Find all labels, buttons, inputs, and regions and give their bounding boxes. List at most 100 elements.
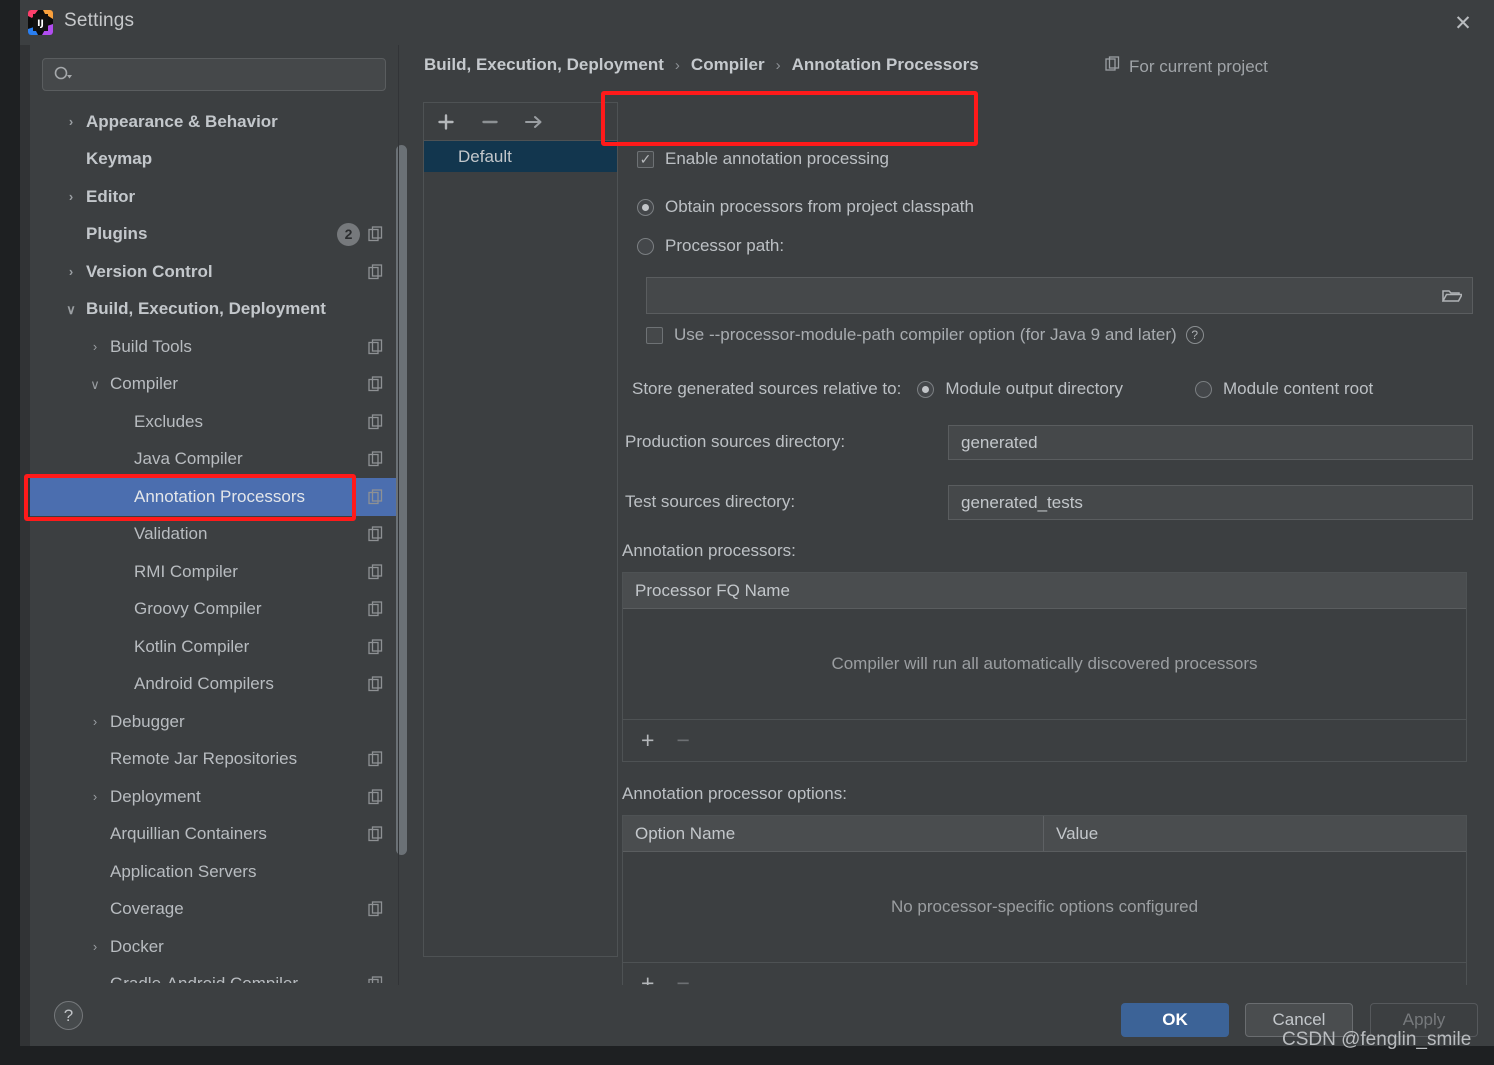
processors-column-fqname[interactable]: Processor FQ Name (623, 573, 1466, 608)
copy-settings-icon (368, 339, 384, 355)
sidebar-item-label: Annotation Processors (134, 486, 306, 506)
processor-path-label: Processor path: (665, 236, 785, 255)
profile-item-default[interactable]: Default (424, 141, 617, 172)
sidebar-item-groovy-compiler[interactable]: Groovy Compiler (30, 591, 398, 629)
chevron-right-icon[interactable]: › (88, 940, 102, 954)
move-profile-button[interactable] (523, 111, 545, 133)
sidebar-item-plugins[interactable]: Plugins 2 (30, 216, 398, 254)
test-sources-value: generated_tests (961, 492, 1083, 512)
add-profile-button[interactable] (435, 111, 457, 133)
chevron-down-icon[interactable]: ∨ (88, 377, 102, 391)
sidebar-item-arquillian-containers[interactable]: Arquillian Containers (30, 816, 398, 854)
enable-annotation-processing-label: Enable annotation processing (665, 149, 889, 168)
breadcrumb-part-0[interactable]: Build, Execution, Deployment (424, 55, 664, 75)
for-current-project-text: For current project (1129, 56, 1268, 76)
search-field-wrapper[interactable] (42, 58, 386, 91)
processor-path-row[interactable]: Processor path: (637, 236, 784, 256)
sidebar-item-build-execution-deployment[interactable]: ∨ Build, Execution, Deployment (30, 291, 398, 329)
use-module-path-row[interactable]: Use --processor-module-path compiler opt… (646, 325, 1204, 345)
close-icon[interactable]: ✕ (1446, 6, 1480, 40)
copy-settings-icon (368, 564, 384, 580)
sidebar-item-editor[interactable]: › Editor (30, 178, 398, 216)
sidebar-item-version-control[interactable]: › Version Control (30, 253, 398, 291)
options-column-value[interactable]: Value (1043, 816, 1466, 851)
sidebar-item-application-servers[interactable]: Application Servers (30, 853, 398, 891)
chevron-right-icon[interactable]: › (88, 790, 102, 804)
settings-tree[interactable]: › Appearance & Behavior Keymap › Editor Plugi… (30, 103, 398, 983)
sidebar-item-gradle-android-compiler[interactable]: Gradle-Android Compiler (30, 966, 398, 983)
ok-button[interactable]: OK (1121, 1003, 1229, 1037)
module-output-directory-radio[interactable] (917, 380, 935, 398)
test-sources-input[interactable]: generated_tests (948, 485, 1473, 520)
chevron-right-icon[interactable]: › (64, 115, 78, 129)
sidebar-item-keymap[interactable]: Keymap (30, 141, 398, 179)
obtain-from-classpath-row[interactable]: Obtain processors from project classpath (637, 197, 974, 217)
remove-profile-button[interactable] (479, 111, 501, 133)
sidebar-item-java-compiler[interactable]: Java Compiler (30, 441, 398, 479)
sidebar-item-kotlin-compiler[interactable]: Kotlin Compiler (30, 628, 398, 666)
sidebar-item-debugger[interactable]: › Debugger (30, 703, 398, 741)
chevron-right-icon[interactable]: › (88, 715, 102, 729)
options-table-header: Option Name Value (623, 816, 1466, 852)
production-sources-row: Production sources directory: (625, 432, 845, 452)
help-icon[interactable]: ? (1185, 326, 1204, 344)
sidebar-item-label: Android Compilers (134, 674, 274, 694)
enable-annotation-processing-row[interactable]: ✓ Enable annotation processing (637, 149, 889, 169)
production-sources-input[interactable]: generated (948, 425, 1473, 460)
chevron-down-icon[interactable]: ∨ (64, 302, 78, 316)
sidebar-item-remote-jar-repositories[interactable]: Remote Jar Repositories (30, 741, 398, 779)
sidebar-item-annotation-processors[interactable]: Annotation Processors (30, 478, 398, 516)
options-column-name[interactable]: Option Name (623, 816, 1043, 851)
copy-settings-icon (368, 639, 384, 655)
copy-settings-icon (368, 451, 384, 467)
sidebar-item-compiler[interactable]: ∨ Compiler (30, 366, 398, 404)
settings-window: IJ Settings ✕ › Appearance & Behavior Keym… (20, 0, 1494, 1046)
add-processor-button[interactable]: + (641, 729, 654, 752)
sidebar-item-label: Build Tools (110, 336, 192, 356)
sidebar-item-appearance-behavior[interactable]: › Appearance & Behavior (30, 103, 398, 141)
sidebar-item-label: Gradle-Android Compiler (110, 974, 298, 983)
options-table: Option Name Value No processor-specific … (622, 815, 1467, 1005)
dialog-footer: ? OK Cancel Apply (30, 985, 1494, 1046)
title-bar: IJ Settings ✕ (20, 0, 1494, 45)
breadcrumb-part-1[interactable]: Compiler (691, 55, 765, 75)
chevron-right-icon[interactable]: › (64, 265, 78, 279)
sidebar-item-deployment[interactable]: › Deployment (30, 778, 398, 816)
sidebar-item-coverage[interactable]: Coverage (30, 891, 398, 929)
processor-path-input[interactable] (646, 277, 1473, 314)
obtain-from-classpath-radio[interactable] (637, 198, 654, 216)
processor-path-radio[interactable] (637, 237, 654, 255)
sidebar-item-label: Build, Execution, Deployment (86, 299, 326, 319)
chevron-right-icon[interactable]: › (88, 340, 102, 354)
intellij-idea-logo-icon: IJ (28, 10, 53, 35)
sidebar-item-android-compilers[interactable]: Android Compilers (30, 666, 398, 704)
processors-table-footer: + − (623, 719, 1466, 761)
copy-settings-icon (368, 489, 384, 505)
sidebar-item-excludes[interactable]: Excludes (30, 403, 398, 441)
enable-annotation-processing-checkbox[interactable]: ✓ (637, 150, 654, 168)
settings-content: Build, Execution, Deployment › Compiler … (399, 45, 1494, 1005)
chevron-right-icon[interactable]: › (64, 190, 78, 204)
sidebar-item-build-tools[interactable]: › Build Tools (30, 328, 398, 366)
browse-folder-icon[interactable] (1441, 287, 1464, 305)
use-module-path-checkbox[interactable] (646, 326, 663, 344)
module-content-root-radio[interactable] (1194, 380, 1212, 398)
search-icon (53, 65, 73, 85)
sidebar-item-validation[interactable]: Validation (30, 516, 398, 554)
sidebar-item-label: RMI Compiler (134, 561, 238, 581)
sidebar-item-label: Version Control (86, 261, 213, 281)
help-button[interactable]: ? (54, 1001, 83, 1030)
search-input[interactable] (42, 58, 386, 91)
processors-table: Processor FQ Name Compiler will run all … (622, 572, 1467, 762)
sidebar-item-label: Compiler (110, 374, 179, 394)
copy-settings-icon (368, 601, 384, 617)
sidebar-item-rmi-compiler[interactable]: RMI Compiler (30, 553, 398, 591)
svg-text:IJ: IJ (37, 19, 44, 29)
check-icon: ✓ (639, 151, 652, 167)
profiles-toolbar (424, 103, 617, 141)
options-section-label-row: Annotation processor options: (622, 784, 847, 804)
sidebar-item-docker[interactable]: › Docker (30, 928, 398, 966)
sidebar-item-label: Arquillian Containers (110, 824, 267, 844)
breadcrumb-part-2[interactable]: Annotation Processors (792, 55, 979, 75)
window-title: Settings (64, 10, 135, 31)
